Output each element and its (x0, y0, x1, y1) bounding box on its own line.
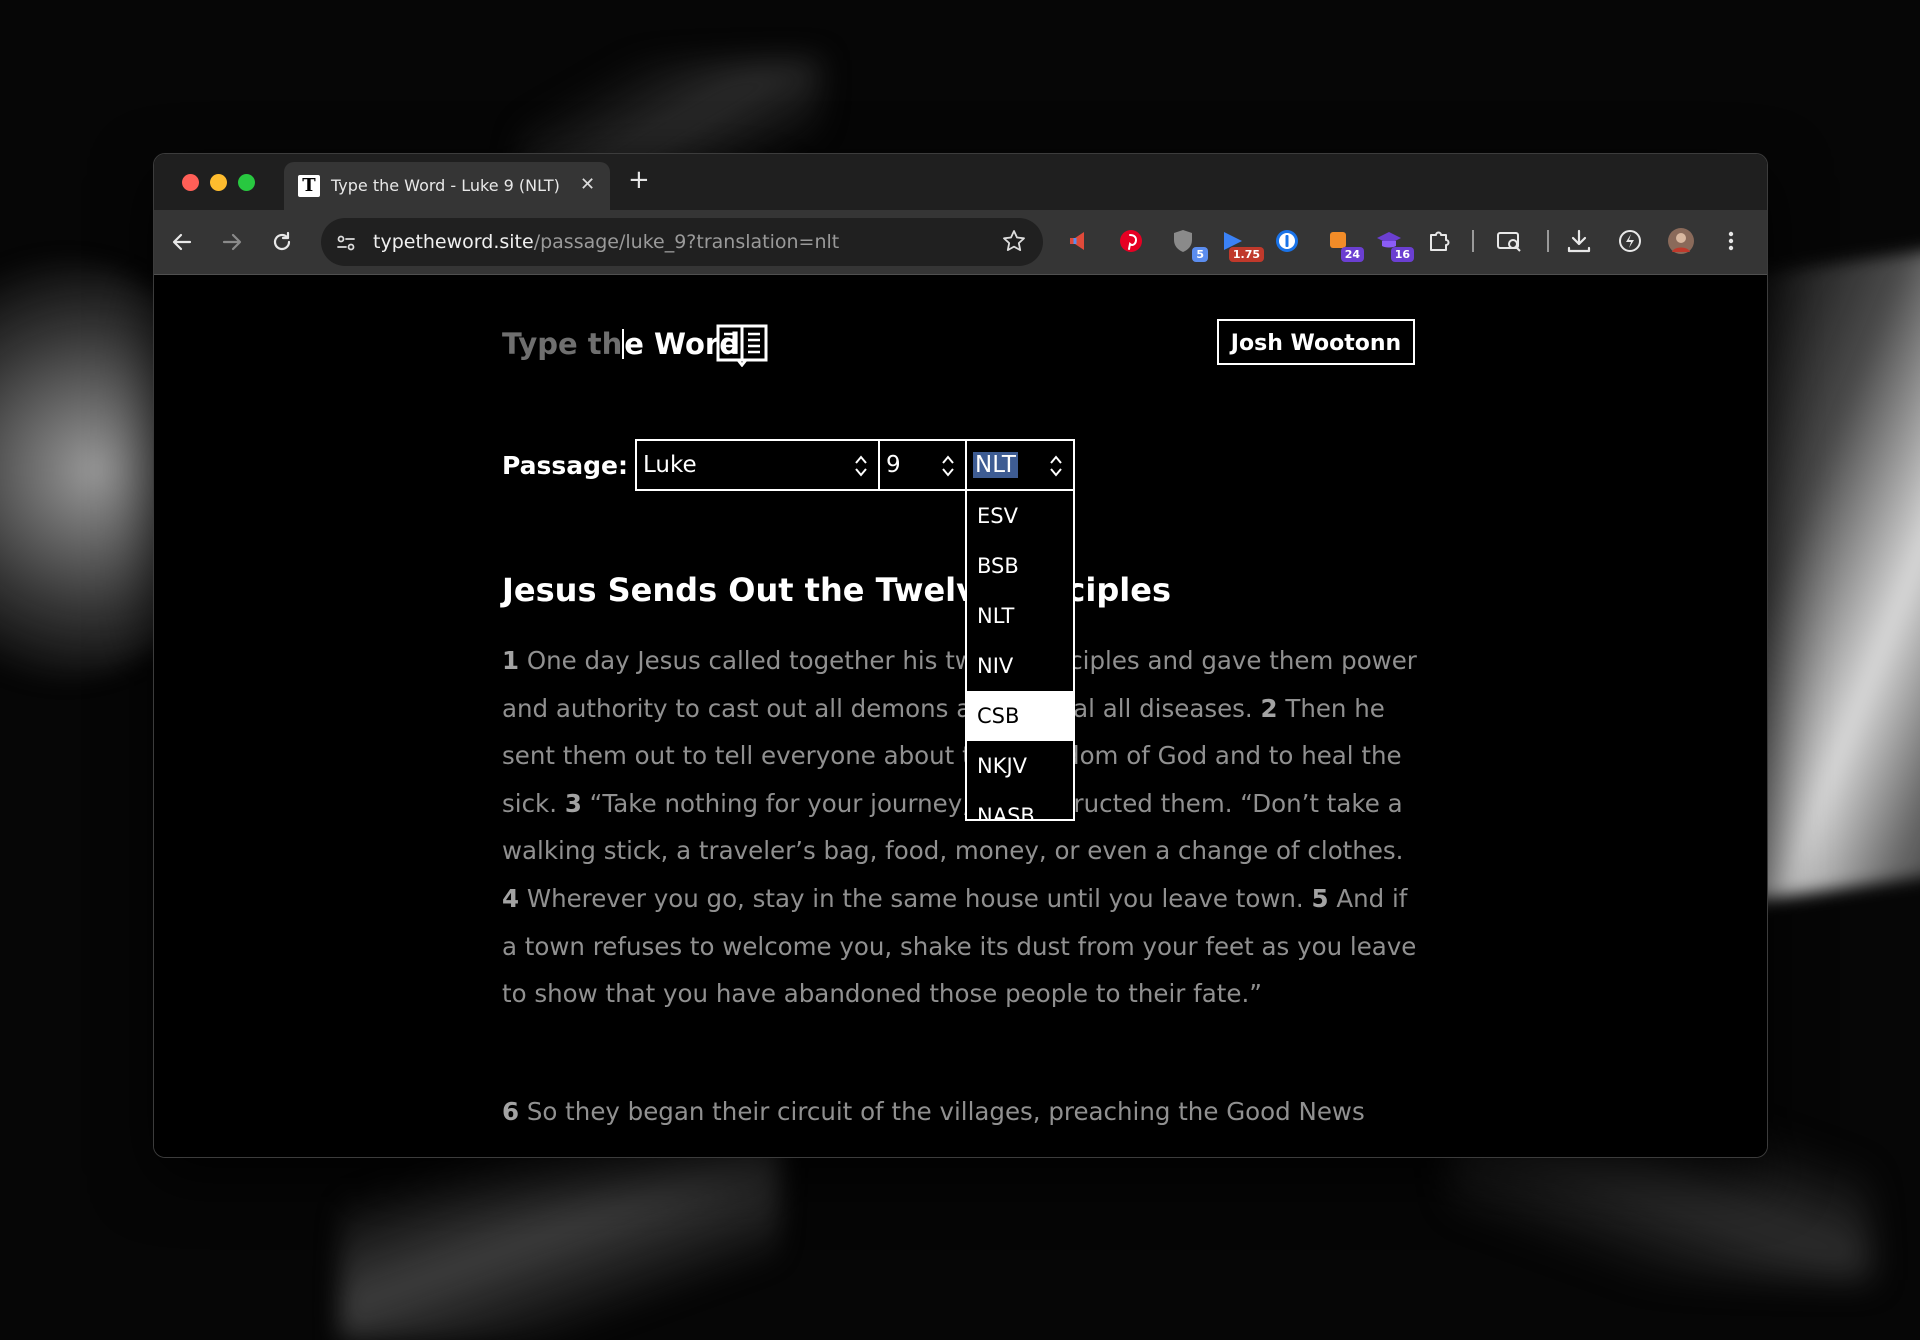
url-host: typetheword.site (373, 231, 534, 253)
minimize-window-button[interactable] (210, 174, 227, 191)
browser-window: T Type the Word - Luke 9 (NLT) ✕ + typet… (153, 153, 1768, 1158)
tab-bar: T Type the Word - Luke 9 (NLT) ✕ + (154, 154, 1767, 210)
menu-icon[interactable] (1716, 226, 1746, 256)
tab-title: Type the Word - Luke 9 (NLT) (331, 176, 560, 195)
chapter-select[interactable]: 9 (878, 439, 967, 491)
1password-icon[interactable] (1272, 226, 1302, 256)
site-settings-icon[interactable] (335, 232, 357, 254)
chapter-select-value: 9 (886, 452, 901, 478)
passage-label: Passage: (502, 451, 629, 480)
page-content: Type the Word Josh Wootonn Passage: Luke… (154, 275, 1767, 1157)
book-icon (716, 324, 768, 367)
graduation-badge: 16 (1390, 247, 1414, 262)
shield-extension[interactable]: 5 (1168, 226, 1208, 262)
book-select[interactable]: Luke (635, 439, 880, 491)
graduation-extension[interactable]: 16 (1374, 226, 1414, 262)
reload-icon[interactable] (268, 228, 296, 256)
verse-number: 2 (1260, 693, 1278, 723)
pinterest-icon[interactable] (1116, 226, 1146, 256)
verse-number: 6 (502, 1097, 520, 1126)
back-icon[interactable] (168, 228, 196, 256)
tab-close-icon[interactable]: ✕ (580, 174, 595, 195)
url-text: typetheword.site/passage/luke_9?translat… (373, 231, 839, 253)
passage-text: 1 One day Jesus called together his twel… (502, 637, 1422, 1018)
megaphone-icon[interactable] (1064, 226, 1094, 256)
translation-select-value: NLT (973, 452, 1018, 478)
translation-dropdown[interactable]: ESV BSB NLT NIV CSB NKJV NASB (965, 489, 1075, 821)
translation-option-csb[interactable]: CSB (967, 691, 1073, 741)
media-badge: 1.75 (1228, 247, 1264, 262)
active-tab[interactable]: T Type the Word - Luke 9 (NLT) ✕ (284, 162, 610, 210)
performance-icon[interactable] (1615, 226, 1645, 256)
verse-number: 1 (502, 646, 520, 675)
verse-text: Wherever you go, stay in the same house … (519, 883, 1312, 913)
forward-icon[interactable] (218, 228, 246, 256)
translation-option-nasb[interactable]: NASB (967, 791, 1073, 819)
new-tab-button[interactable]: + (628, 165, 650, 195)
bookmark-star-icon[interactable] (1001, 228, 1027, 254)
select-arrows-icon (855, 455, 867, 477)
shield-badge: 5 (1192, 247, 1208, 262)
translation-option-bsb[interactable]: BSB (967, 541, 1073, 591)
logo-typed: Type th (502, 327, 623, 361)
translation-option-nlt[interactable]: NLT (967, 591, 1073, 641)
tab-favicon-icon: T (298, 175, 320, 197)
toolbar-divider (1547, 230, 1549, 252)
tab-search-icon[interactable] (1494, 226, 1524, 256)
maximize-window-button[interactable] (238, 174, 255, 191)
verse-text: So they began their circuit of the villa… (519, 1097, 1365, 1126)
site-logo[interactable]: Type the Word (502, 327, 740, 361)
browser-toolbar: typetheword.site/passage/luke_9?translat… (154, 210, 1767, 275)
translation-option-niv[interactable]: NIV (967, 641, 1073, 691)
media-extension[interactable]: 1.75 (1218, 226, 1264, 262)
verse-number: 4 (502, 883, 520, 913)
url-path: /passage/luke_9?translation=nlt (533, 231, 840, 253)
toolbar-divider (1472, 230, 1474, 252)
user-account-button[interactable]: Josh Wootonn (1217, 319, 1415, 365)
download-icon[interactable] (1564, 226, 1594, 256)
verse-text: “Take nothing for your journey,” he inst… (502, 788, 1404, 866)
verse-number: 3 (564, 788, 582, 818)
address-bar[interactable]: typetheword.site/passage/luke_9?translat… (321, 218, 1043, 266)
puzzle-icon[interactable] (1424, 226, 1454, 256)
avatar[interactable] (1666, 226, 1696, 256)
orange-badge: 24 (1340, 247, 1364, 262)
close-window-button[interactable] (182, 174, 199, 191)
passage-text-next: 6 So they began their circuit of the vil… (502, 1097, 1365, 1126)
select-arrows-icon (1050, 455, 1062, 477)
select-arrows-icon (942, 455, 954, 477)
translation-option-esv[interactable]: ESV (967, 491, 1073, 541)
translation-select[interactable]: NLT (965, 439, 1075, 491)
translation-option-nkjv[interactable]: NKJV (967, 741, 1073, 791)
orange-extension[interactable]: 24 (1324, 226, 1364, 262)
verse-number: 5 (1311, 883, 1329, 913)
book-select-value: Luke (643, 452, 697, 478)
